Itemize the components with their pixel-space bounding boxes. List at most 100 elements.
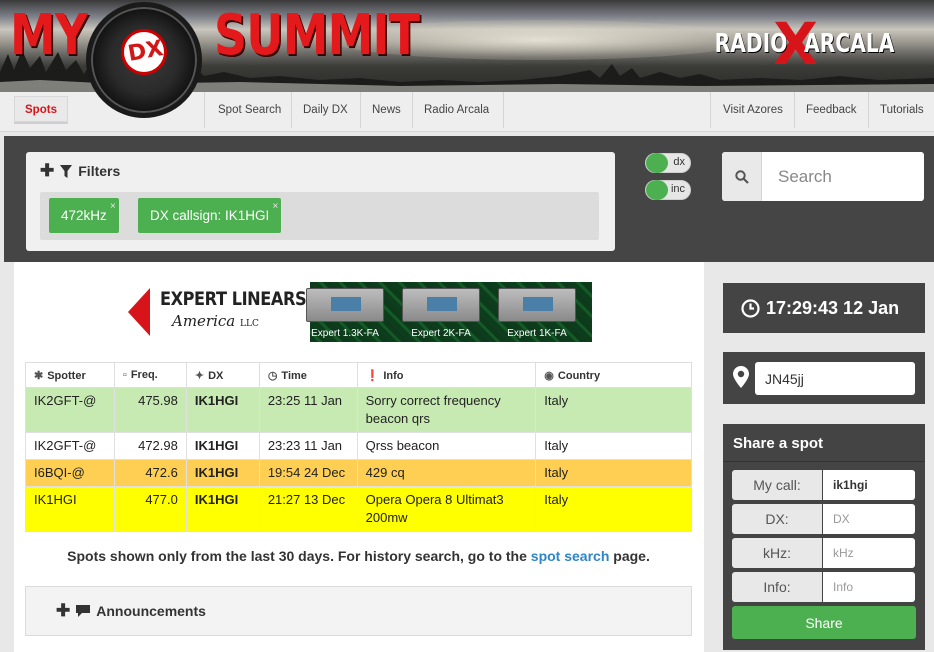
cell-country: Italy — [535, 486, 692, 532]
nav-news[interactable]: News — [372, 92, 401, 132]
radio-arcala-logo-part2: ARCALA — [803, 29, 895, 59]
table-row[interactable]: IK2GFT-@ 472.98 IK1HGI 23:23 11 Jan Qrss… — [25, 432, 692, 460]
col-info-label: Info — [383, 369, 404, 382]
nav-spots-label: Spots — [25, 104, 57, 116]
ad-model-label: Expert 1K-FA — [507, 328, 567, 339]
dx-label: DX: — [732, 504, 822, 534]
logo-dx-dial[interactable]: DX — [86, 2, 202, 118]
history-note: Spots shown only from the last 30 days. … — [25, 548, 692, 564]
table-row[interactable]: I6BQI-@ 472.6 IK1HGI 19:54 24 Dec 429 cq… — [25, 459, 692, 487]
cell-spotter[interactable]: IK2GFT-@ — [25, 432, 115, 460]
expert-linears-banner-ad[interactable]: EXPERT LINEARS America LLC Expert 1.3K-F… — [124, 282, 592, 342]
map-pin-icon — [733, 366, 749, 388]
ad-model-label: Expert 1.3K-FA — [311, 328, 379, 339]
cell-dx[interactable]: IK1HGI — [185, 387, 260, 433]
cell-info: Opera Opera 8 Ultimat3 200mw — [356, 486, 537, 532]
ad-brand-name: America — [172, 312, 236, 330]
col-freq-label: Freq. — [130, 369, 158, 381]
nav-spots[interactable]: Spots — [14, 96, 68, 122]
col-country[interactable]: ◉ Country — [535, 362, 692, 388]
col-time-label: Time — [281, 369, 307, 382]
plus-icon: ✚ — [56, 601, 71, 620]
cell-dx[interactable]: IK1HGI — [185, 459, 260, 487]
ad-brand-suffix: LLC — [240, 319, 259, 329]
satellite-icon: ✦ — [194, 369, 205, 382]
radio-arcala-logo-part1: RADIO — [714, 29, 788, 59]
ad-brand-line2: America LLC — [172, 312, 259, 330]
ad-model-label: Expert 2K-FA — [411, 328, 471, 339]
nav-divider — [412, 92, 413, 128]
announcements-title: Announcements — [96, 603, 206, 619]
nav-feedback[interactable]: Feedback — [806, 92, 857, 132]
nav-spot-search[interactable]: Spot Search — [218, 92, 281, 132]
dx-input[interactable] — [823, 504, 915, 534]
search-icon[interactable] — [722, 152, 762, 201]
search-box — [722, 152, 924, 201]
amplifier-image — [306, 288, 384, 322]
logo-my[interactable]: MY — [10, 6, 88, 66]
globe-icon: ◉ — [544, 369, 554, 382]
history-note-prefix: Spots shown only from the last 30 days. … — [67, 548, 527, 564]
clock-value: 17:29:43 12 Jan — [766, 297, 900, 318]
cell-country: Italy — [535, 387, 692, 433]
filter-chip-frequency[interactable]: 472kHz × — [49, 198, 119, 233]
share-button[interactable]: Share — [732, 606, 916, 639]
cell-freq: 472.6 — [113, 459, 187, 487]
ad-arrow-icon — [128, 288, 150, 336]
nav-divider — [204, 92, 205, 128]
cell-spotter[interactable]: IK1HGI — [25, 486, 115, 532]
cell-info: Sorry correct frequency beacon qrs — [356, 387, 537, 433]
logo-summit[interactable]: SUMMIT — [214, 6, 420, 66]
locator-input[interactable] — [755, 362, 915, 395]
cell-dx[interactable]: IK1HGI — [185, 432, 260, 460]
nav-daily-dx[interactable]: Daily DX — [303, 92, 348, 132]
spot-search-link[interactable]: spot search — [531, 548, 610, 564]
toggle-dx-label: dx — [673, 156, 685, 168]
announcements-panel[interactable]: ✚ Announcements — [25, 586, 692, 636]
search-input[interactable] — [762, 152, 922, 201]
nav-divider — [868, 92, 869, 128]
col-freq[interactable]: ▫ Freq. — [113, 362, 187, 388]
divider — [723, 461, 925, 462]
exclamation-icon: ❗ — [365, 369, 380, 382]
filters-toggle[interactable]: ✚ Filters — [40, 162, 120, 179]
cell-freq: 477.0 — [113, 486, 187, 532]
nav-radio-arcala[interactable]: Radio Arcala — [424, 92, 489, 132]
cell-spotter[interactable]: I6BQI-@ — [25, 459, 115, 487]
amplifier-image — [402, 288, 480, 322]
cell-dx[interactable]: IK1HGI — [185, 486, 260, 532]
info-label: Info: — [732, 572, 822, 602]
spots-table: ✱ Spotter ▫ Freq. ✦ DX ◷ Time ❗ Info ◉ Country… — [25, 362, 692, 532]
filter-chip-dx-callsign[interactable]: DX callsign: IK1HGI × — [138, 198, 282, 233]
history-note-suffix: page. — [613, 548, 650, 564]
khz-input[interactable] — [823, 538, 915, 568]
close-icon[interactable]: × — [272, 189, 278, 224]
toggle-inc[interactable]: inc — [645, 180, 691, 200]
col-time[interactable]: ◷ Time — [258, 362, 358, 388]
antenna-icon: ✱ — [34, 369, 44, 382]
my-call-input[interactable] — [823, 470, 915, 500]
radio-arcala-logo[interactable]: RADIO X ARCALA — [694, 14, 920, 74]
cell-info: 429 cq — [356, 459, 537, 487]
utc-clock: 17:29:43 12 Jan — [723, 283, 925, 333]
cell-time: 21:27 13 Dec — [258, 486, 358, 532]
table-row[interactable]: IK1HGI 477.0 IK1HGI 21:27 13 Dec Opera O… — [25, 486, 692, 532]
cell-time: 23:25 11 Jan — [258, 387, 358, 433]
cell-spotter[interactable]: IK2GFT-@ — [25, 387, 115, 433]
nav-tutorials[interactable]: Tutorials — [880, 92, 924, 132]
announcements-header[interactable]: ✚ Announcements — [56, 601, 206, 620]
col-dx[interactable]: ✦ DX — [185, 362, 260, 388]
comment-icon — [76, 605, 91, 617]
clock-icon: ◷ — [267, 369, 278, 382]
col-dx-label: DX — [208, 369, 224, 382]
info-input[interactable] — [823, 572, 915, 602]
nav-visit-azores[interactable]: Visit Azores — [723, 92, 783, 132]
cell-time: 19:54 24 Dec — [258, 459, 358, 487]
col-spotter[interactable]: ✱ Spotter — [25, 362, 115, 388]
col-info[interactable]: ❗ Info — [356, 362, 537, 388]
table-row[interactable]: IK2GFT-@ 475.98 IK1HGI 23:25 11 Jan Sorr… — [25, 387, 692, 433]
toggle-dx[interactable]: dx — [645, 153, 691, 173]
close-icon[interactable]: × — [110, 189, 116, 224]
cell-country: Italy — [535, 459, 692, 487]
toggle-knob — [646, 153, 668, 173]
